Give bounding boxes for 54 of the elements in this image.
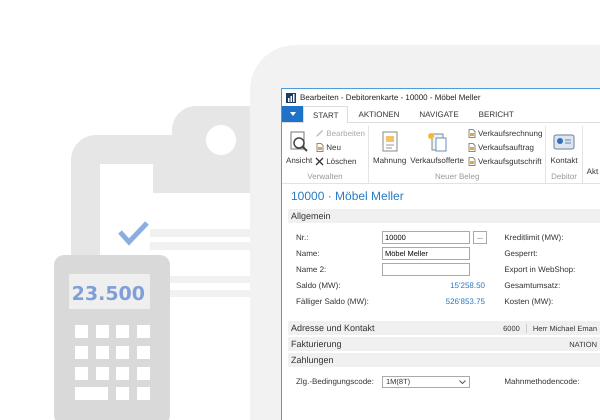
text-field[interactable] — [382, 263, 470, 276]
page-title: 10000 · Möbel Meller — [290, 188, 405, 205]
field-label: Name 2: — [296, 265, 328, 274]
field-label: Export in WebShop: — [504, 265, 576, 274]
field-label: Gesperrt: — [504, 249, 539, 258]
chevron-down-icon — [459, 380, 466, 384]
ribbon-tab[interactable]: NAVIGATE — [409, 106, 469, 122]
ribbon-tab[interactable]: START — [303, 106, 348, 123]
amount-value: 15'258.50 — [449, 281, 485, 290]
page-icon — [466, 156, 476, 166]
window-title: Bearbeiten - Debitorenkarte - 10000 - Möbel Meller — [300, 93, 481, 102]
field-label: Mahnmethodencode: — [504, 377, 580, 386]
field-label: Name: — [296, 249, 321, 258]
field-label: Gesamtumsatz: — [504, 281, 562, 290]
section-title: Fakturierung — [291, 339, 342, 349]
field-label: Zlg.-Bedingungscode: — [296, 377, 375, 386]
ribbon-button[interactable]: Verkaufsrechnung — [466, 127, 542, 139]
pencil-icon — [315, 128, 324, 138]
documents-icon — [426, 131, 448, 153]
page-icon — [466, 128, 476, 138]
ribbon-group-label: Neuer Beleg — [434, 172, 480, 183]
amount-value: 526'853.75 — [444, 297, 485, 306]
field-label: Kreditlimit (MW): — [504, 233, 564, 242]
ribbon-button[interactable]: Mahnung — [372, 126, 408, 172]
ribbon-group-label: Debitor — [550, 172, 578, 183]
section-header[interactable]: Zahlungen — [288, 353, 600, 367]
caret-icon — [290, 112, 296, 116]
app-menu-button[interactable] — [282, 106, 303, 122]
page-icon — [466, 142, 476, 152]
ribbon-group-label: Verwalten — [306, 172, 344, 183]
section-header[interactable]: Allgemein — [288, 209, 600, 223]
ribbon-tab[interactable]: AKTIONEN — [348, 106, 410, 122]
field-label: Nr.: — [296, 233, 310, 242]
ribbon-button[interactable]: Kontakt — [549, 126, 579, 172]
ribbon-button[interactable]: Verkaufsauftrag — [466, 141, 542, 153]
field-label: Kosten (MW): — [504, 297, 554, 306]
app-logo-icon — [286, 92, 296, 102]
ribbon-button[interactable]: Löschen — [315, 155, 365, 167]
calculator-display-text: 23.500 — [72, 283, 145, 305]
field-label: Saldo (MW): — [296, 281, 342, 290]
checkmark-icon — [118, 221, 149, 246]
ribbon-button[interactable]: Verkaufsgutschrift — [466, 155, 542, 167]
ribbon-tab[interactable]: BERICHT — [468, 106, 524, 122]
ribbon-button[interactable]: Akt — [586, 126, 600, 183]
magnifier-icon — [288, 131, 310, 153]
ribbon-button[interactable]: Ansicht — [285, 126, 314, 172]
field-label: Fälliger Saldo (MW): — [296, 297, 370, 306]
delete-icon — [315, 156, 324, 166]
section-title: Allgemein — [291, 211, 331, 221]
ribbon-button[interactable]: Neu — [315, 141, 365, 153]
page-icon — [315, 142, 324, 152]
ribbon-button[interactable]: Verkaufsofferte — [409, 126, 465, 172]
section-title: Zahlungen — [291, 355, 334, 365]
section-title: Adresse und Kontakt — [291, 323, 375, 333]
